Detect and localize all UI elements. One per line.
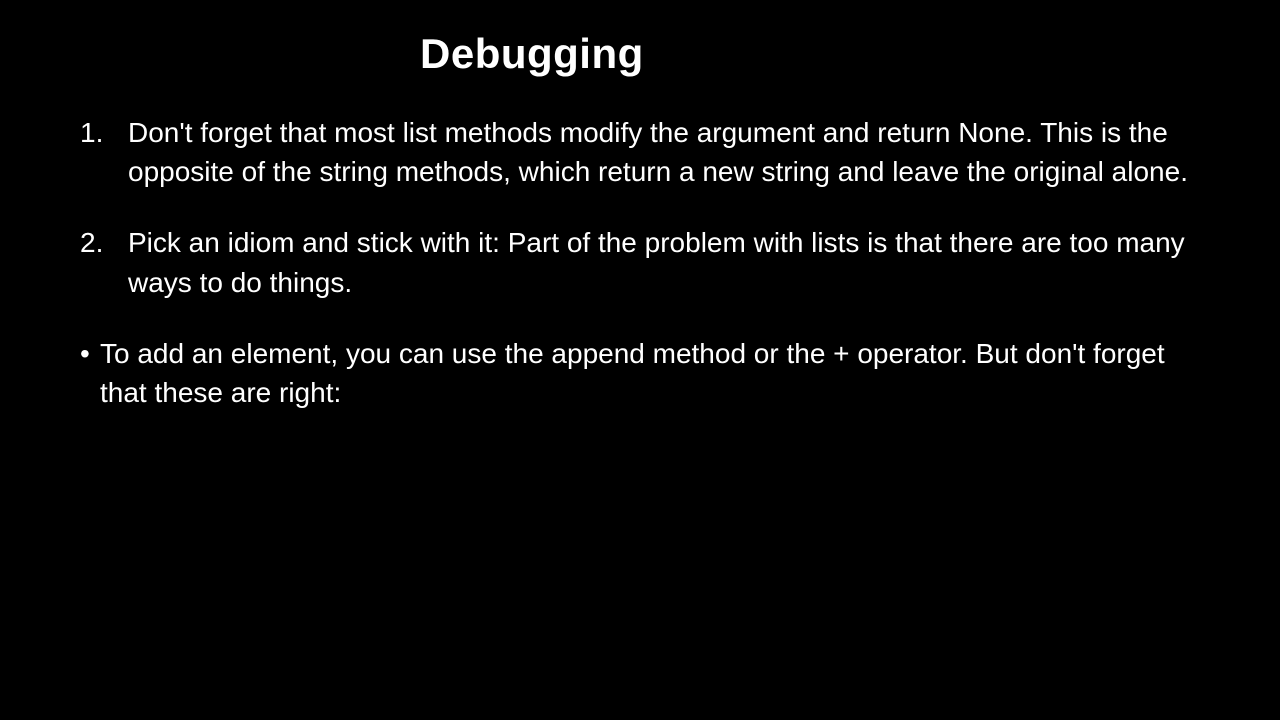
slide-content: 1. Don't forget that most list methods m… [80, 113, 1200, 412]
list-item: 2. Pick an idiom and stick with it: Part… [80, 223, 1200, 301]
slide-container: Debugging 1. Don't forget that most list… [0, 0, 1280, 720]
bullet-text: To add an element, you can use the appen… [100, 334, 1200, 412]
list-item: 1. Don't forget that most list methods m… [80, 113, 1200, 191]
slide-title: Debugging [420, 30, 1200, 78]
bullet-marker: • [80, 334, 100, 412]
bullet-item: • To add an element, you can use the app… [80, 334, 1200, 412]
item-text-2: Pick an idiom and stick with it: Part of… [128, 223, 1200, 301]
item-text-1: Don't forget that most list methods modi… [128, 113, 1200, 191]
item-number-2: 2. [80, 223, 128, 301]
item-number-1: 1. [80, 113, 128, 191]
